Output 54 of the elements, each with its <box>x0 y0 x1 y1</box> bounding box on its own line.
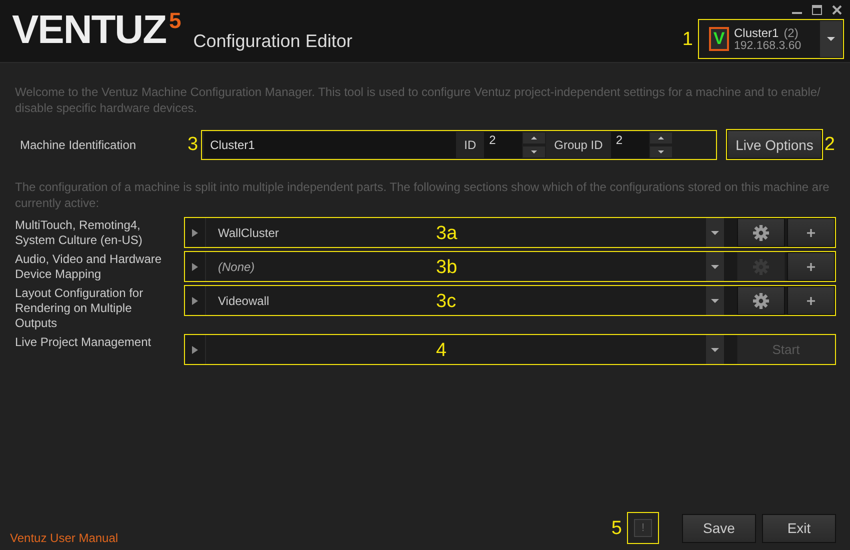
maximize-icon[interactable] <box>812 5 822 15</box>
dropdown-arrow-icon <box>711 230 719 234</box>
expand-arrow-icon[interactable] <box>192 346 198 354</box>
machine-count: (2) <box>784 26 798 40</box>
dropdown-arrow-icon <box>711 348 719 352</box>
expand-arrow-icon[interactable] <box>192 228 198 236</box>
expand-arrow-icon[interactable] <box>192 296 198 304</box>
machine-name: Cluster1 <box>734 26 779 40</box>
plus-icon <box>807 296 815 304</box>
intro-text: Welcome to the Ventuz Machine Configuration Manager. This tool is used to configure Ventuz project-independent settings for a machine and to enable/ disable specific hardware devices. <box>15 84 822 116</box>
callout-number: 5 <box>611 518 622 538</box>
plus-icon <box>807 228 815 236</box>
status-badge: V <box>709 27 729 51</box>
settings-icon <box>753 224 769 240</box>
expand-arrow-icon[interactable] <box>192 262 198 270</box>
callout-number: 1 <box>682 30 693 48</box>
section-label: Audio, Video and Hardware Device Mapping <box>15 252 163 282</box>
dropdown-arrow-icon <box>827 37 835 41</box>
callout-number: 4 <box>436 341 447 360</box>
add-button[interactable] <box>787 218 835 247</box>
callout-number: 3 <box>188 135 198 154</box>
footer-button[interactable]: Save <box>682 514 756 542</box>
settings-button[interactable] <box>737 286 785 315</box>
live-options-button[interactable]: Live Options <box>726 130 822 159</box>
field-label: ID <box>456 132 484 158</box>
section-label: Layout Configuration for Rendering on Multiple Outputs <box>15 286 144 331</box>
settings-icon <box>753 292 769 308</box>
window-title: Configuration Editor <box>193 31 352 52</box>
sections-intro-text: The configuration of a machine is split into multiple independent parts. The following sections show which of the configurations stored on this machine are currently active: <box>15 179 830 211</box>
close-icon[interactable] <box>832 5 842 15</box>
settings-button[interactable] <box>737 218 785 247</box>
machine-name-field[interactable]: Cluster1 <box>204 132 456 158</box>
footer-button[interactable]: Exit <box>762 514 836 542</box>
field-label: Group ID <box>546 132 611 158</box>
user-manual-link[interactable]: Ventuz User Manual <box>10 531 118 545</box>
add-button[interactable] <box>787 252 835 281</box>
section-label: Live Project Management <box>15 335 152 350</box>
group-id-field[interactable]: 2 <box>610 132 649 158</box>
add-button[interactable] <box>787 286 835 315</box>
id-field[interactable]: 2 <box>484 132 522 158</box>
dropdown-arrow-icon <box>711 264 719 268</box>
callout-number: 3a <box>436 224 458 243</box>
machine-address: 192.168.3.60 <box>734 40 802 52</box>
plus-icon <box>807 262 815 270</box>
spin-up-icon[interactable] <box>523 132 546 144</box>
field-label: Machine Identification <box>20 138 138 152</box>
dropdown-arrow-icon <box>711 298 719 302</box>
callout-number: 3c <box>436 292 456 311</box>
spin-down-icon[interactable] <box>523 146 546 158</box>
spin-down-icon[interactable] <box>650 146 672 158</box>
spin-up-icon[interactable] <box>650 132 672 144</box>
callout-number: 3b <box>436 258 458 277</box>
callout-number: 2 <box>824 135 835 154</box>
section-label: MultiTouch, Remoting4, System Culture (en-US) <box>15 218 144 248</box>
